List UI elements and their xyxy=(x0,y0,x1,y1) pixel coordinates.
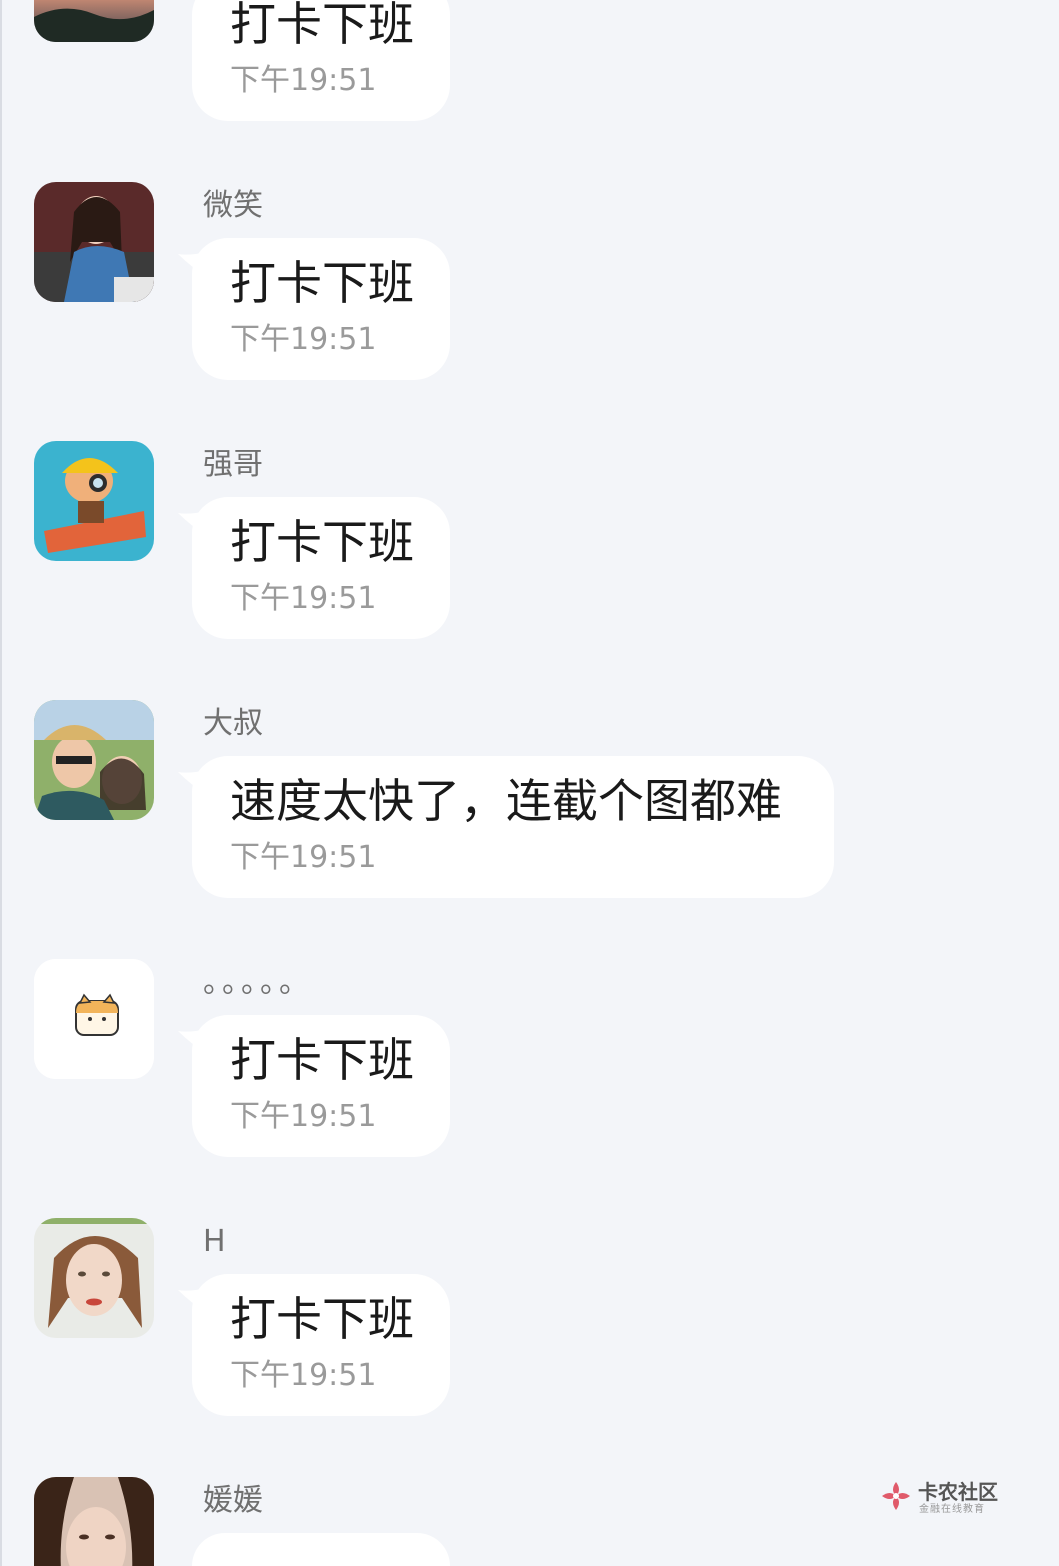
message-bubble[interactable] xyxy=(192,1533,450,1566)
message-time: 下午19:51 xyxy=(230,840,377,875)
message-text: 速度太快了，连截个图都难 xyxy=(230,774,782,828)
woman-closeup-avatar[interactable] xyxy=(34,1477,154,1566)
sender-name: 强哥 xyxy=(203,447,263,482)
message-text: 打卡下班 xyxy=(230,0,414,51)
message-bubble[interactable]: 打卡下班 下午19:51 xyxy=(192,238,450,380)
cartoon-pilot-avatar[interactable] xyxy=(34,441,154,561)
left-edge-divider xyxy=(0,0,2,1566)
message-bubble[interactable]: 打卡下班 下午19:51 xyxy=(192,1274,450,1416)
sender-name: 媛媛 xyxy=(203,1483,263,1518)
sender-name: 微笑 xyxy=(203,188,263,223)
message-time: 下午19:51 xyxy=(230,63,377,98)
message-time: 下午19:51 xyxy=(230,1099,377,1134)
sender-name: 。。。。。 xyxy=(203,965,313,1000)
message-bubble[interactable]: 打卡下班 下午19:51 xyxy=(192,1015,450,1157)
woman-portrait-avatar[interactable] xyxy=(34,1218,154,1338)
sender-name: 大叔 xyxy=(203,706,263,741)
woman-denim-avatar[interactable] xyxy=(34,182,154,302)
message-time: 下午19:51 xyxy=(230,322,377,357)
flower-logo-icon xyxy=(882,1482,910,1510)
message-bubble[interactable]: 打卡下班 下午19:51 xyxy=(192,0,450,121)
message-text: 打卡下班 xyxy=(230,256,414,310)
message-text: 打卡下班 xyxy=(230,515,414,569)
message-text: 打卡下班 xyxy=(230,1292,414,1346)
sender-name: H xyxy=(203,1224,226,1259)
message-text: 打卡下班 xyxy=(230,1033,414,1087)
cat-sticker-avatar[interactable] xyxy=(34,959,154,1079)
sunset-landscape-avatar[interactable] xyxy=(34,0,154,42)
couple-selfie-avatar[interactable] xyxy=(34,700,154,820)
message-time: 下午19:51 xyxy=(230,581,377,616)
watermark-subtitle: 金融在线教育 xyxy=(919,1504,985,1515)
watermark-logo: 卡农社区 金融在线教育 xyxy=(878,1476,1002,1516)
message-bubble[interactable]: 速度太快了，连截个图都难 下午19:51 xyxy=(192,756,834,898)
message-time: 下午19:51 xyxy=(230,1358,377,1393)
message-bubble[interactable]: 打卡下班 下午19:51 xyxy=(192,497,450,639)
